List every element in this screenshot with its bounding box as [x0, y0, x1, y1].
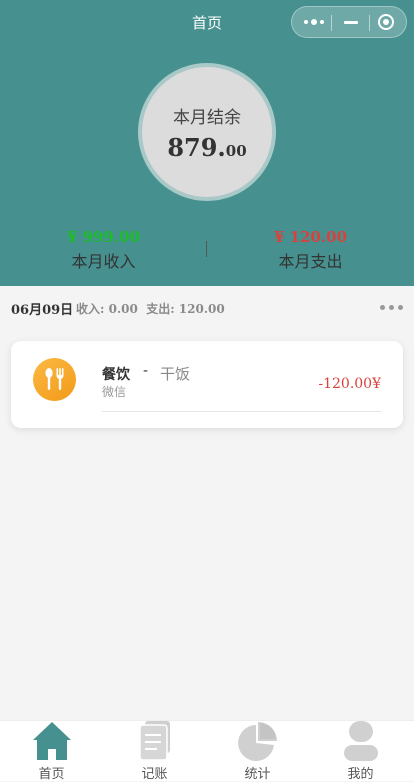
header: 首页 本月结余 879.00 ¥ 999.00 本月收入 ¥ 120.00 本月…	[0, 0, 414, 286]
tab-profile[interactable]: 我的	[309, 721, 412, 782]
income-label: 本月收入	[71, 252, 136, 271]
record-card[interactable]: 餐饮 - 干饭 微信 -120.00¥	[11, 341, 403, 428]
record-payment-method: 微信	[102, 385, 127, 399]
tab-label: 记账	[141, 767, 168, 782]
record-note: 干饭	[160, 365, 191, 383]
balance-label: 本月结余	[173, 108, 241, 128]
home-icon	[33, 722, 71, 760]
tab-label: 统计	[244, 767, 271, 782]
monthly-income: ¥ 999.00 本月收入	[0, 228, 207, 272]
record-divider	[102, 411, 382, 412]
minimize-icon[interactable]	[344, 21, 358, 24]
day-header: 06月09日 收入: 0.00 支出: 120.00	[0, 286, 414, 328]
food-icon	[33, 358, 76, 401]
user-icon	[344, 721, 378, 761]
balance-amount: 879.00	[142, 133, 272, 162]
capsule-divider	[331, 15, 332, 31]
tab-label: 首页	[38, 767, 65, 782]
expense-value: ¥ 120.00	[273, 228, 348, 246]
close-icon[interactable]	[378, 14, 394, 30]
day-stats: 收入: 0.00 支出: 120.00	[76, 302, 225, 316]
ledger-icon	[139, 721, 170, 761]
record-separator: -	[143, 363, 149, 379]
day-date: 06月09日	[11, 303, 74, 318]
capsule-divider	[369, 15, 370, 31]
tab-home[interactable]: 首页	[0, 721, 103, 782]
expense-label: 本月支出	[278, 252, 343, 271]
tab-bar: 首页 记账 统计 我的	[0, 720, 414, 782]
monthly-balance-circle: 本月结余 879.00	[138, 63, 276, 201]
income-value: ¥ 999.00	[66, 228, 141, 246]
mini-program-capsule	[291, 6, 407, 38]
more-options-icon[interactable]	[380, 305, 404, 310]
record-amount: -120.00¥	[318, 376, 381, 392]
monthly-expense: ¥ 120.00 本月支出	[207, 228, 414, 272]
tab-ledger[interactable]: 记账	[103, 721, 206, 782]
pie-chart-icon	[238, 722, 277, 761]
tab-statistics[interactable]: 统计	[206, 721, 309, 782]
record-category: 餐饮	[102, 367, 130, 383]
balance-amount-integer: 879.	[167, 133, 226, 162]
balance-amount-decimal: 00	[225, 142, 247, 160]
tab-label: 我的	[347, 767, 374, 782]
